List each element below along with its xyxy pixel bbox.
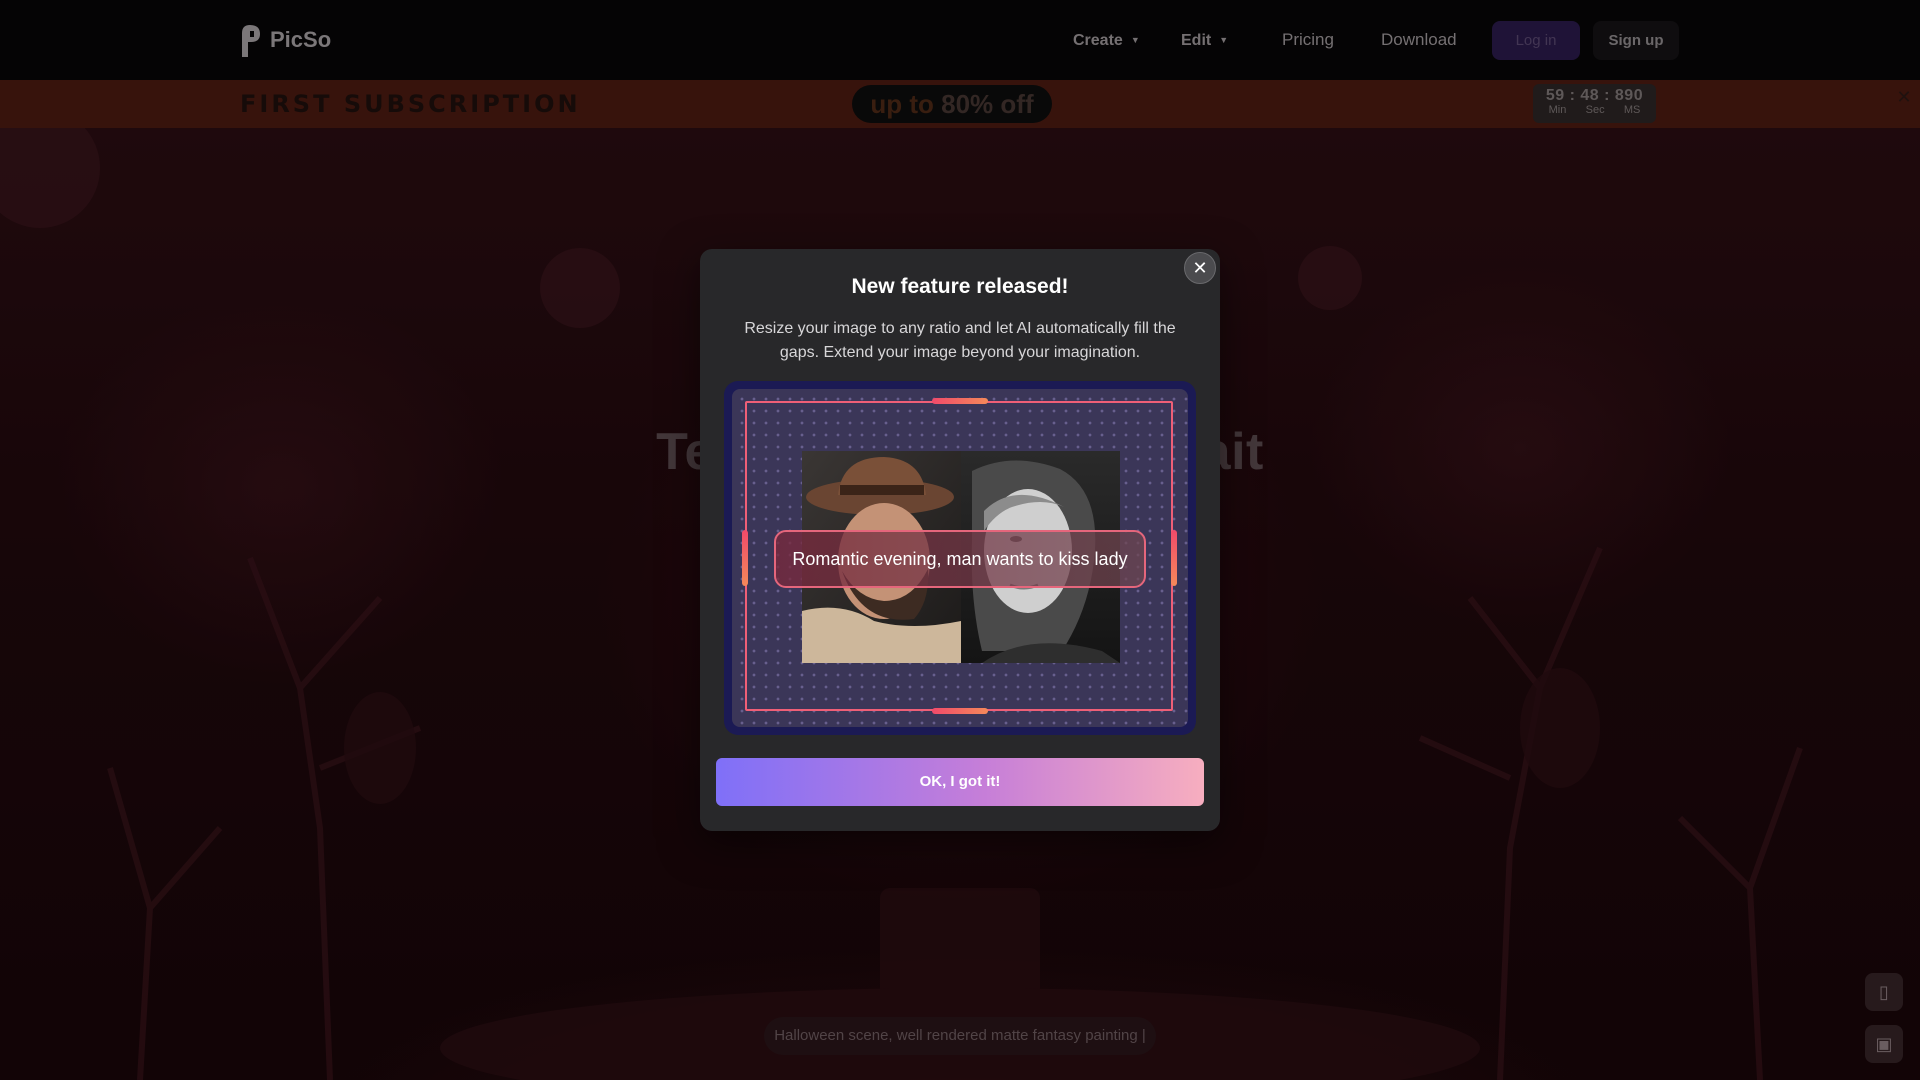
resize-handle-right [1171,530,1177,586]
outpaint-illustration: Romantic evening, man wants to kiss lady [724,381,1196,735]
outpaint-canvas: Romantic evening, man wants to kiss lady [732,389,1188,727]
modal-description: Resize your image to any ratio and let A… [744,320,1176,361]
feature-announcement-modal: ✕ New feature released! Resize your imag… [700,249,1220,831]
resize-handle-top [932,398,988,404]
resize-handle-left [742,530,748,586]
modal-title: New feature released! [851,275,1069,298]
ok-got-it-button[interactable]: OK, I got it! [716,758,1204,806]
resize-handle-bottom [932,708,988,714]
sample-prompt-card: Romantic evening, man wants to kiss lady [774,530,1146,588]
